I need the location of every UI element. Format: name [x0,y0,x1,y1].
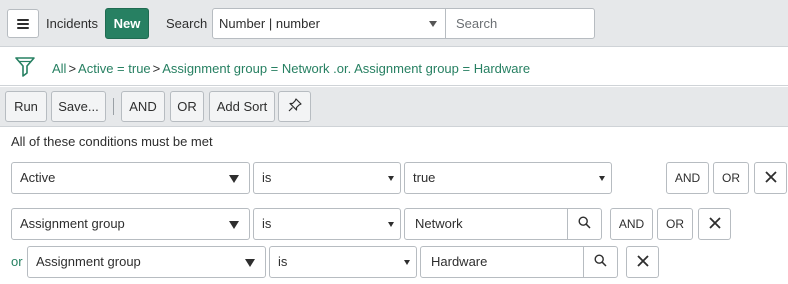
breadcrumb-separator: > [152,61,161,76]
new-button[interactable]: New [105,8,149,39]
remove-condition-button[interactable] [626,246,659,278]
condition-operator-value: is [262,216,272,231]
dropdown-arrow-icon [388,222,394,227]
dropdown-arrow-icon [429,21,437,27]
dropdown-arrow-icon [229,221,239,229]
close-icon [708,216,721,232]
dropdown-arrow-icon [229,175,239,183]
condition-and-button[interactable]: AND [666,162,709,194]
run-button[interactable]: Run [5,91,47,122]
condition-operator-value: is [262,170,272,185]
save-button[interactable]: Save... [51,91,106,122]
conditions-heading: All of these conditions must be met [11,134,213,149]
and-button[interactable]: AND [121,91,165,122]
remove-condition-button[interactable] [698,208,731,240]
reference-lookup-button[interactable] [583,246,618,278]
pin-button[interactable] [278,91,311,122]
reference-lookup-button[interactable] [567,208,602,240]
breadcrumb-item-all[interactable]: All [52,61,66,76]
condition-value: true [413,170,436,185]
condition-field-value: Assignment group [20,216,125,231]
filter-toolbar: Run Save... AND OR Add Sort [0,87,788,127]
condition-and-button[interactable]: AND [610,208,653,240]
condition-value-input[interactable]: Network [404,208,568,240]
toolbar-divider [113,98,114,115]
breadcrumb: All > Active = true > Assignment group = Net… [52,61,530,76]
close-icon [764,170,777,186]
condition-value: Hardware [431,254,488,269]
dropdown-arrow-icon [404,260,410,265]
condition-value-select[interactable]: true [404,162,612,194]
condition-field-value: Assignment group [36,254,141,269]
magnifier-icon [578,216,591,232]
condition-field-select[interactable]: Assignment group [11,208,250,240]
close-icon [636,254,649,270]
or-button[interactable]: OR [170,91,204,122]
hamburger-menu-icon [17,18,29,29]
search-label: Search [166,16,208,31]
or-condition-label: or [11,254,23,269]
condition-value-input[interactable]: Hardware [420,246,584,278]
condition-or-button[interactable]: OR [657,208,693,240]
search-field-value: Number | number [219,16,320,31]
pin-icon [288,98,302,115]
dropdown-arrow-icon [388,176,394,181]
breadcrumb-separator: > [68,61,77,76]
dropdown-arrow-icon [599,176,605,181]
condition-field-select[interactable]: Active [11,162,250,194]
filter-funnel-icon[interactable] [15,56,35,81]
search-input[interactable] [445,8,595,39]
condition-field-select[interactable]: Assignment group [27,246,266,278]
condition-operator-select[interactable]: is [253,208,401,240]
condition-value: Network [415,216,463,231]
condition-operator-select[interactable]: is [269,246,417,278]
hamburger-menu-button[interactable] [7,9,39,38]
breadcrumb-item-assignment-group[interactable]: Assignment group = Network .or. Assignme… [162,61,530,76]
magnifier-icon [594,254,607,270]
condition-field-value: Active [20,170,56,185]
condition-operator-value: is [278,254,288,269]
condition-operator-select[interactable]: is [253,162,401,194]
breadcrumb-item-active[interactable]: Active = true [78,61,151,76]
add-sort-button[interactable]: Add Sort [209,91,275,122]
search-field-select[interactable]: Number | number [212,8,446,39]
breadcrumb-bar: All > Active = true > Assignment group = Net… [0,48,788,86]
remove-condition-button[interactable] [754,162,787,194]
dropdown-arrow-icon [245,259,255,267]
list-header: Incidents New Search Number | number [0,0,788,47]
list-title: Incidents [46,16,99,31]
condition-or-button[interactable]: OR [713,162,749,194]
